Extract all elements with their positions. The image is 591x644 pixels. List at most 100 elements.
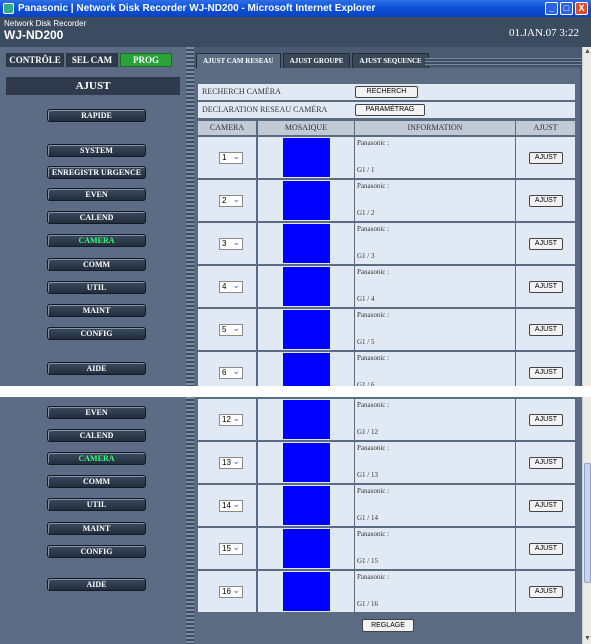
ajust-button[interactable]: AJUST — [529, 414, 563, 426]
divider-stripe — [186, 397, 194, 644]
ajust-button[interactable]: AJUST — [529, 152, 563, 164]
tab-ajust-sequence[interactable]: AJUST SEQUENCE — [352, 53, 429, 68]
camera-number-select[interactable]: 14 — [219, 499, 243, 512]
declaration-label: DECLARATION RESEAU CAMÉRA — [202, 105, 328, 114]
menu-maint-button[interactable]: MAINT — [47, 522, 146, 535]
parametrag-button[interactable]: PARAMÉTRAG — [355, 104, 425, 116]
screen-top: Panasonic | Network Disk Recorder WJ-ND2… — [0, 0, 591, 386]
camera-group: G1 / 4 — [357, 295, 375, 303]
camera-thumbnail[interactable] — [283, 267, 330, 306]
menu-aide-button[interactable]: AIDE — [47, 362, 146, 375]
scroll-up-arrow[interactable]: ▲ — [584, 48, 591, 56]
screen-bottom: EVEN CALEND CAMERA COMM UTIL MAINT CONFI… — [0, 397, 591, 644]
menu-calend-button[interactable]: CALEND — [47, 211, 146, 224]
menu-even-button[interactable]: EVEN — [47, 406, 146, 419]
camera-maker: Panasonic : — [357, 139, 390, 147]
camera-thumbnail[interactable] — [283, 353, 330, 386]
menu-maint-button[interactable]: MAINT — [47, 304, 146, 317]
ajust-button[interactable]: AJUST — [529, 543, 563, 555]
camera-group: G1 / 2 — [357, 209, 375, 217]
camera-thumbnail[interactable] — [283, 486, 330, 525]
search-row: RECHERCH CAMÉRA RECHERCH — [198, 84, 575, 100]
menu-comm-button[interactable]: COMM — [47, 475, 146, 488]
camera-number-select[interactable]: 16 — [219, 585, 243, 598]
menu-enregistr-button[interactable]: ENREGISTR URGENCE — [47, 166, 146, 179]
ajust-button[interactable]: AJUST — [529, 457, 563, 469]
camera-number-select[interactable]: 6 — [219, 366, 243, 379]
menu-config-button[interactable]: CONFIG — [47, 327, 146, 340]
camera-group: G1 / 5 — [357, 338, 375, 346]
tab-ajust-cam-reseau[interactable]: AJUST CAM RESEAU — [196, 53, 281, 68]
divider-stripe — [186, 47, 194, 386]
camera-thumbnail[interactable] — [283, 310, 330, 349]
search-label: RECHERCH CAMÉRA — [202, 87, 281, 96]
reglage-button[interactable]: REGLAGE — [362, 619, 414, 632]
scroll-down-arrow[interactable]: ▼ — [584, 635, 591, 643]
camera-thumbnail[interactable] — [283, 181, 330, 220]
ajust-button[interactable]: AJUST — [529, 238, 563, 250]
menu-rapide-button[interactable]: RAPIDE — [47, 109, 146, 122]
window-titlebar: Panasonic | Network Disk Recorder WJ-ND2… — [0, 0, 591, 17]
camera-group: G1 / 14 — [357, 514, 378, 522]
ajust-button[interactable]: AJUST — [529, 281, 563, 293]
menu-config-button[interactable]: CONFIG — [47, 545, 146, 558]
camera-maker: Panasonic : — [357, 530, 390, 538]
camera-number-select[interactable]: 13 — [219, 456, 243, 469]
camera-thumbnail[interactable] — [283, 572, 330, 611]
close-button[interactable]: X — [575, 2, 588, 15]
camera-number-select[interactable]: 3 — [219, 237, 243, 250]
col-camera: CAMERA — [198, 121, 256, 135]
camera-thumbnail[interactable] — [283, 443, 330, 482]
camera-number-select[interactable]: 15 — [219, 542, 243, 555]
maximize-button[interactable]: □ — [560, 2, 573, 15]
ajust-button[interactable]: AJUST — [529, 500, 563, 512]
camera-group: G1 / 3 — [357, 252, 375, 260]
menu-camera-button[interactable]: CAMERA — [47, 234, 146, 247]
camera-thumbnail[interactable] — [283, 529, 330, 568]
menu-util-button[interactable]: UTIL — [47, 498, 146, 511]
camera-group: G1 / 13 — [357, 471, 378, 479]
menu-even-button[interactable]: EVEN — [47, 188, 146, 201]
menu-system-button[interactable]: SYSTEM — [47, 144, 146, 157]
mode-controle-button[interactable]: CONTRÔLE — [6, 53, 64, 67]
camera-number-select[interactable]: 4 — [219, 280, 243, 293]
camera-number-select[interactable]: 5 — [219, 323, 243, 336]
camera-group: G1 / 15 — [357, 557, 378, 565]
left-title: AJUST — [6, 77, 180, 95]
scroll-thumb[interactable] — [584, 463, 591, 583]
camera-group: G1 / 12 — [357, 428, 378, 436]
menu-util-button[interactable]: UTIL — [47, 281, 146, 294]
camera-number-select[interactable]: 1 — [219, 151, 243, 164]
camera-maker: Panasonic : — [357, 268, 390, 276]
camera-maker: Panasonic : — [357, 225, 390, 233]
scrollbar[interactable]: ▼ — [582, 397, 591, 644]
col-mosaique: MOSAIQUE — [258, 121, 354, 135]
menu-calend-button[interactable]: CALEND — [47, 429, 146, 442]
camera-group: G1 / 16 — [357, 600, 378, 608]
browser-icon — [3, 3, 14, 14]
camera-maker: Panasonic : — [357, 182, 390, 190]
tab-bar: AJUST CAM RESEAU AJUST GROUPE AJUST SEQU… — [196, 53, 429, 68]
ajust-button[interactable]: AJUST — [529, 367, 563, 379]
mode-prog-button[interactable]: PROG — [120, 53, 172, 67]
camera-thumbnail[interactable] — [283, 224, 330, 263]
ajust-button[interactable]: AJUST — [529, 586, 563, 598]
camera-number-select[interactable]: 12 — [219, 413, 243, 426]
menu-aide-button[interactable]: AIDE — [47, 578, 146, 591]
mode-bar: CONTRÔLE SEL CAM PROG — [6, 53, 172, 67]
minimize-button[interactable]: _ — [545, 2, 558, 15]
menu-camera-button[interactable]: CAMERA — [47, 452, 146, 465]
menu-comm-button[interactable]: COMM — [47, 258, 146, 271]
tab-ajust-groupe[interactable]: AJUST GROUPE — [282, 53, 351, 68]
app-model: WJ-ND200 — [4, 28, 64, 42]
ajust-button[interactable]: AJUST — [529, 324, 563, 336]
app-header: Network Disk Recorder WJ-ND200 01.JAN.07… — [0, 17, 591, 47]
camera-number-select[interactable]: 2 — [219, 194, 243, 207]
tab-bar-fill — [425, 58, 585, 66]
camera-thumbnail[interactable] — [283, 138, 330, 177]
scrollbar[interactable]: ▲ — [582, 47, 591, 386]
ajust-button[interactable]: AJUST — [529, 195, 563, 207]
mode-selcam-button[interactable]: SEL CAM — [66, 53, 118, 67]
recherch-button[interactable]: RECHERCH — [355, 86, 418, 98]
camera-thumbnail[interactable] — [283, 400, 330, 439]
